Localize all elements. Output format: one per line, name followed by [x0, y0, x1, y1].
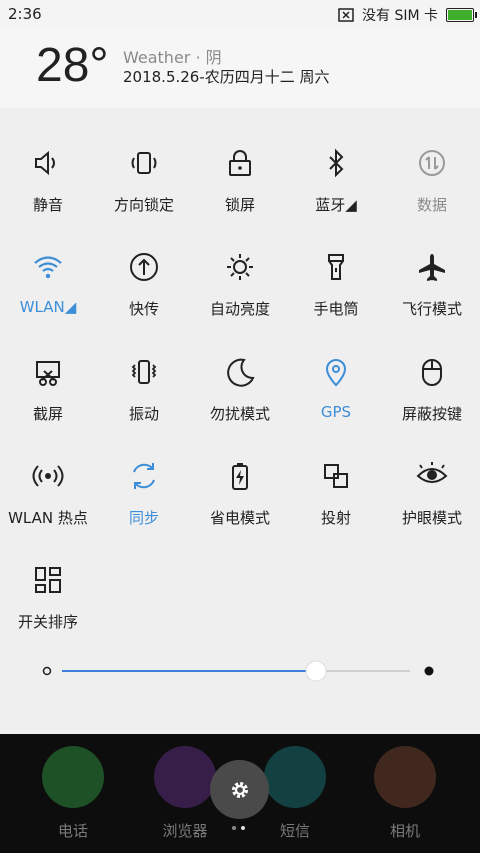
- tile-bluetooth[interactable]: 蓝牙◢: [288, 118, 384, 222]
- wifi-icon: [34, 256, 62, 279]
- screenshot-icon: [36, 361, 60, 386]
- speaker-icon: [35, 150, 55, 176]
- browser-app-icon: [154, 746, 216, 808]
- tile-vibration[interactable]: 振动: [96, 327, 192, 431]
- tile-label: 开关排序: [17, 613, 78, 631]
- dock-app-label: 短信: [279, 822, 310, 840]
- tile-label: 同步: [128, 509, 159, 527]
- tile-label: 锁屏: [224, 196, 255, 214]
- tile-label: 振动: [128, 405, 159, 423]
- brightness-high-icon: [424, 666, 434, 676]
- tile-flashlight[interactable]: 手电筒: [288, 222, 384, 326]
- tile-label: 静音: [32, 196, 63, 214]
- tile-cast[interactable]: 投射: [288, 431, 384, 535]
- tile-label: 勿扰模式: [209, 405, 270, 423]
- tile-label: WLAN◢: [19, 298, 77, 316]
- tile-label: WLAN 热点: [8, 509, 88, 527]
- tile-lock[interactable]: 锁屏: [192, 118, 288, 222]
- mouse-icon: [422, 359, 442, 386]
- tile-label: 省电模式: [209, 509, 270, 527]
- moon-icon: [227, 358, 255, 387]
- tile-quick-share[interactable]: 快传: [96, 222, 192, 326]
- tile-label: 方向锁定: [113, 196, 174, 214]
- dock-app-phone[interactable]: 电话: [25, 746, 121, 841]
- tile-brightness[interactable]: 自动亮度: [192, 222, 288, 326]
- tile-grid-sort[interactable]: 开关排序: [0, 535, 96, 639]
- airplane-icon: [419, 254, 445, 281]
- phone-app-icon: [42, 746, 104, 808]
- tile-label: 手电筒: [313, 300, 359, 318]
- rotation-lock-icon: [131, 152, 157, 174]
- tile-label: 截屏: [32, 405, 63, 423]
- lock-icon: [229, 150, 251, 176]
- brightness-icon: [227, 254, 253, 280]
- flashlight-icon: [328, 254, 344, 280]
- tile-moon[interactable]: 勿扰模式: [192, 327, 288, 431]
- tile-rotation-lock[interactable]: 方向锁定: [96, 118, 192, 222]
- date-line: 2018.5.26-农历四月十二 周六: [123, 68, 330, 86]
- messages-app-icon: [264, 746, 326, 808]
- dock-app-label: 浏览器: [162, 822, 208, 840]
- brightness-low-icon: [42, 666, 52, 676]
- temperature: 28°: [36, 39, 109, 92]
- brightness-thumb[interactable]: [305, 660, 327, 682]
- tile-mobile-data[interactable]: 数据: [384, 118, 480, 222]
- status-right: 没有 SIM 卡: [338, 5, 477, 25]
- tile-battery-saver[interactable]: 省电模式: [192, 431, 288, 535]
- tile-airplane[interactable]: 飞行模式: [384, 222, 480, 326]
- tile-label: 投射: [320, 509, 351, 527]
- tile-label: 飞行模式: [401, 300, 462, 318]
- gear-icon: [231, 781, 248, 798]
- tile-label: 快传: [128, 300, 159, 318]
- dock-app-label: 电话: [57, 822, 88, 840]
- battery-icon: [446, 8, 477, 22]
- battery-saver-icon: [232, 463, 248, 490]
- page-dot: [241, 826, 245, 830]
- sync-icon: [133, 463, 155, 489]
- tile-wifi[interactable]: WLAN◢: [0, 222, 96, 326]
- quick-share-icon: [130, 253, 158, 281]
- no-sim-text: 没有 SIM 卡: [362, 8, 438, 24]
- status-time: 2:36: [8, 5, 42, 23]
- tile-label: 自动亮度: [209, 300, 270, 318]
- page-dot: [232, 826, 236, 830]
- cast-icon: [324, 464, 348, 488]
- tile-label: 蓝牙◢: [315, 196, 357, 214]
- eye-icon: [416, 462, 448, 483]
- tile-label: 屏蔽按键: [401, 405, 462, 423]
- tile-speaker[interactable]: 静音: [0, 118, 96, 222]
- dock-app-label: 相机: [389, 822, 420, 840]
- tile-label: 数据: [416, 196, 447, 214]
- tile-sync[interactable]: 同步: [96, 431, 192, 535]
- no-sim-icon: [338, 8, 354, 22]
- tile-hotspot[interactable]: WLAN 热点: [0, 431, 96, 535]
- weather-condition: Weather · 阴: [123, 48, 222, 67]
- tile-location-pin[interactable]: GPS: [288, 327, 384, 431]
- status-bar: 2:36 没有 SIM 卡: [0, 0, 480, 30]
- page-indicator: [232, 826, 252, 834]
- camera-app-icon: [374, 746, 436, 808]
- tile-eye[interactable]: 护眼模式: [384, 431, 480, 535]
- tile-label: 护眼模式: [401, 509, 462, 527]
- tile-label: GPS: [320, 403, 352, 421]
- grid-sort-icon: [35, 567, 61, 593]
- tile-mouse[interactable]: 屏蔽按键: [384, 327, 480, 431]
- dock-app-camera[interactable]: 相机: [357, 746, 453, 841]
- weather-header[interactable]: 28° Weather · 阴 2018.5.26-农历四月十二 周六: [0, 30, 480, 108]
- tile-screenshot[interactable]: 截屏: [0, 327, 96, 431]
- vibration-icon: [131, 360, 157, 384]
- mobile-data-icon: [419, 150, 445, 176]
- location-pin-icon: [325, 359, 347, 387]
- bluetooth-icon: [329, 148, 344, 178]
- hotspot-icon: [32, 465, 64, 487]
- brightness-slider[interactable]: [40, 660, 440, 682]
- settings-button[interactable]: [210, 760, 269, 819]
